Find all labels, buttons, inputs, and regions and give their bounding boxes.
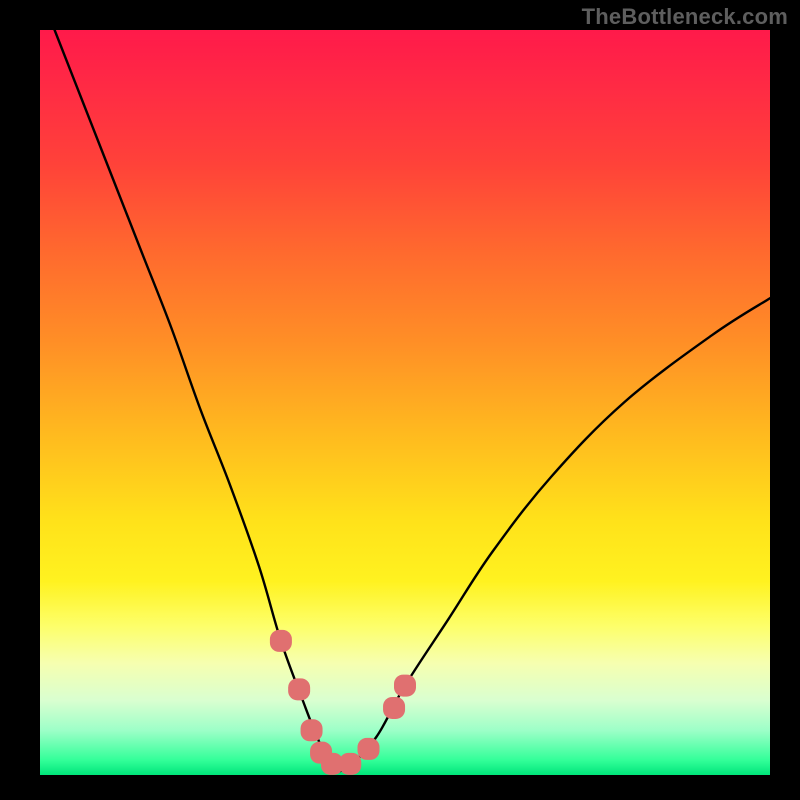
highlight-marker — [394, 675, 416, 697]
highlight-marker — [358, 738, 380, 760]
curve-layer — [0, 0, 800, 800]
chart-frame: TheBottleneck.com — [0, 0, 800, 800]
highlight-marker — [301, 719, 323, 741]
bottleneck-curve — [55, 30, 770, 772]
highlight-marker — [270, 630, 292, 652]
highlight-marker — [288, 678, 310, 700]
highlight-marker — [339, 753, 361, 775]
highlight-marker — [383, 697, 405, 719]
watermark-text: TheBottleneck.com — [582, 4, 788, 30]
